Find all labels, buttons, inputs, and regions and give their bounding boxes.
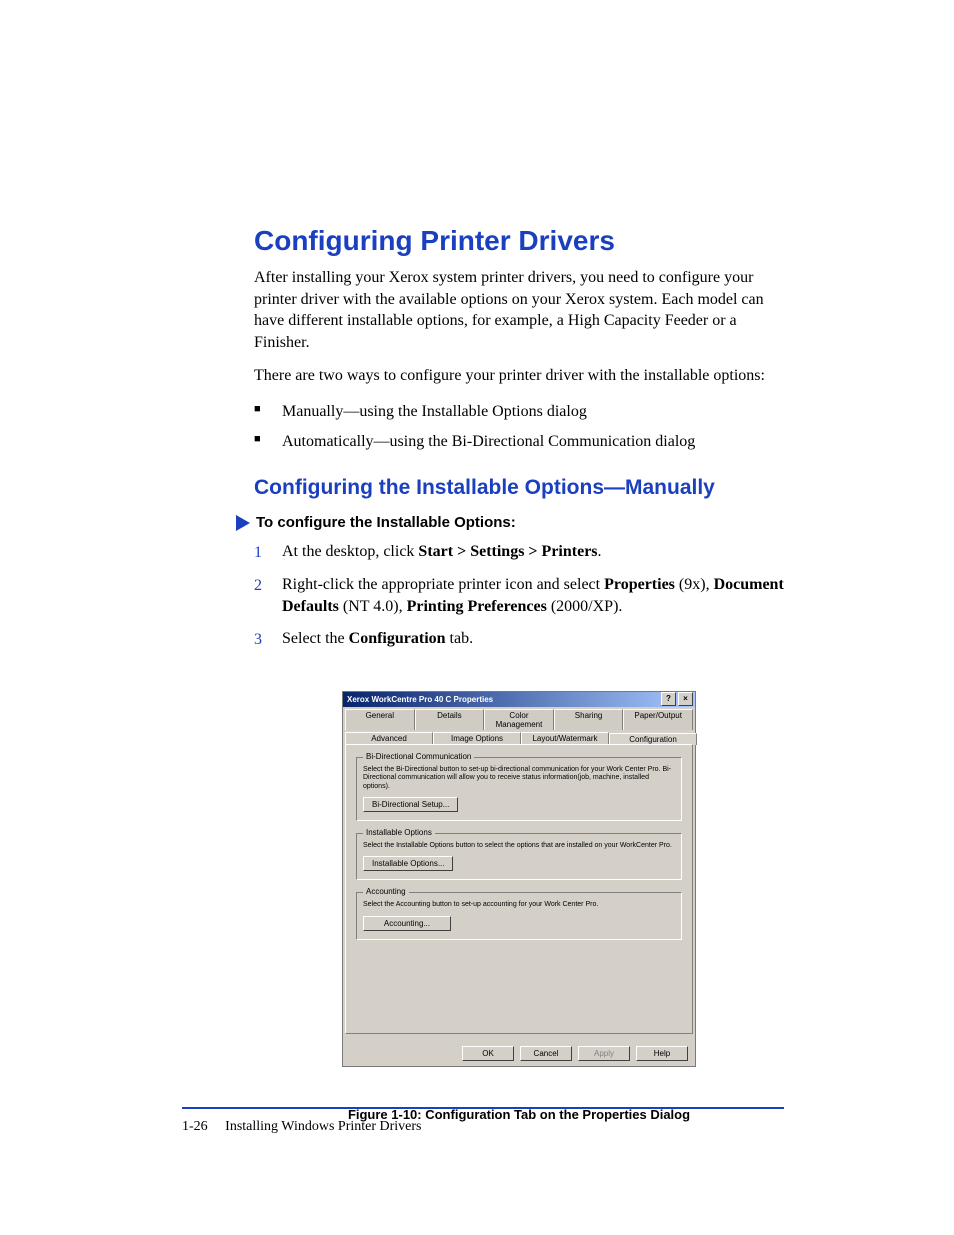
figure-dialog: Xerox WorkCentre Pro 40 C Properties ? ×… (342, 691, 696, 1122)
step-3-b: Configuration (349, 630, 446, 647)
step-3: Select the Configuration tab. (254, 628, 784, 650)
tab-color-management[interactable]: Color Management (484, 709, 554, 730)
step-2-b: Properties (604, 576, 675, 593)
tab-paper-output[interactable]: Paper/Output (623, 709, 693, 730)
step-2-g: (2000/XP). (547, 598, 623, 615)
close-icon[interactable]: × (678, 692, 693, 706)
step-2-e: (NT 4.0), (339, 598, 407, 615)
intro-paragraph-2: There are two ways to configure your pri… (254, 365, 784, 387)
step-3-c: tab. (446, 630, 474, 647)
accounting-button[interactable]: Accounting... (363, 916, 451, 931)
legend-bidirectional: Bi-Directional Communication (363, 752, 474, 761)
legend-installable: Installable Options (363, 828, 435, 837)
footer-text: 1-26 Installing Windows Printer Drivers (182, 1119, 784, 1135)
tab-advanced[interactable]: Advanced (345, 732, 433, 744)
desc-installable: Select the Installable Options button to… (363, 842, 675, 850)
group-bidirectional: Bi-Directional Communication Select the … (356, 757, 682, 821)
properties-dialog: Xerox WorkCentre Pro 40 C Properties ? ×… (342, 691, 696, 1067)
bidirectional-setup-button[interactable]: Bi-Directional Setup... (363, 797, 458, 812)
help-button[interactable]: Help (636, 1046, 688, 1061)
dialog-titlebar[interactable]: Xerox WorkCentre Pro 40 C Properties ? × (343, 692, 695, 707)
legend-accounting: Accounting (363, 887, 409, 896)
step-1-text: At the desktop, click (282, 543, 418, 560)
desc-accounting: Select the Accounting button to set-up a… (363, 901, 675, 909)
step-1: At the desktop, click Start > Settings >… (254, 541, 784, 563)
procedure-label: To configure the Installable Options: (256, 514, 516, 531)
step-1-path: Start > Settings > Printers (418, 543, 597, 560)
bullet-manual: Manually—using the Installable Options d… (254, 399, 784, 425)
step-2-f: Printing Preferences (407, 598, 547, 615)
apply-button[interactable]: Apply (578, 1046, 630, 1061)
bullet-automatic: Automatically—using the Bi-Directional C… (254, 429, 784, 455)
footer-rule (182, 1107, 784, 1109)
footer-title: Installing Windows Printer Drivers (225, 1119, 421, 1134)
step-3-a: Select the (282, 630, 349, 647)
tab-image-options[interactable]: Image Options (433, 732, 521, 744)
group-installable: Installable Options Select the Installab… (356, 833, 682, 880)
procedure-arrow-icon (236, 515, 250, 531)
tab-layout-watermark[interactable]: Layout/Watermark (521, 732, 609, 744)
cancel-button[interactable]: Cancel (520, 1046, 572, 1061)
page-number: 1-26 (182, 1119, 208, 1134)
step-2: Right-click the appropriate printer icon… (254, 574, 784, 619)
heading-sub: Configuring the Installable Options—Manu… (254, 476, 784, 500)
ok-button[interactable]: OK (462, 1046, 514, 1061)
help-icon[interactable]: ? (661, 692, 676, 706)
step-2-c: (9x), (675, 576, 714, 593)
intro-paragraph: After installing your Xerox system print… (254, 267, 784, 353)
step-2-a: Right-click the appropriate printer icon… (282, 576, 604, 593)
configuration-panel: Bi-Directional Communication Select the … (345, 744, 693, 1034)
dialog-title: Xerox WorkCentre Pro 40 C Properties (347, 695, 493, 704)
desc-bidirectional: Select the Bi-Directional button to set-… (363, 766, 675, 791)
tab-general[interactable]: General (345, 709, 415, 730)
heading-main: Configuring Printer Drivers (254, 225, 784, 257)
step-1-end: . (598, 543, 602, 560)
group-accounting: Accounting Select the Accounting button … (356, 892, 682, 939)
tab-details[interactable]: Details (415, 709, 485, 730)
installable-options-button[interactable]: Installable Options... (363, 856, 453, 871)
tab-sharing[interactable]: Sharing (554, 709, 624, 730)
